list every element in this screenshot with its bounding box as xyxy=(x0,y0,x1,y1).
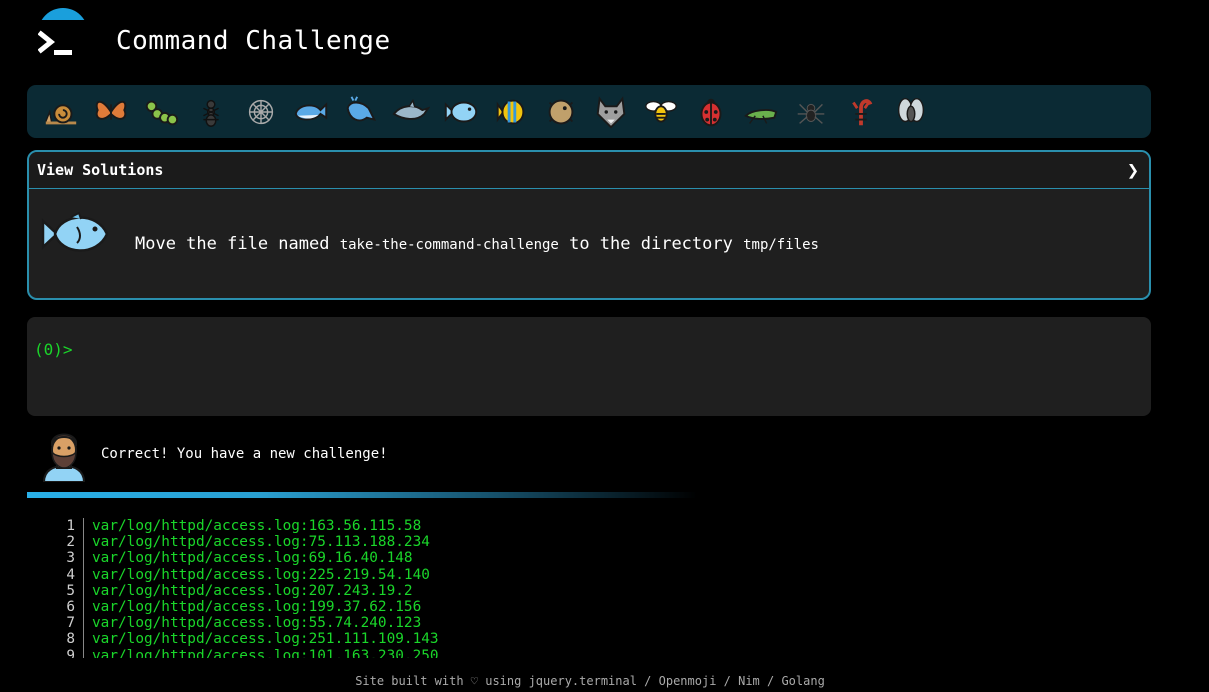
view-solutions-label: View Solutions xyxy=(37,161,164,179)
line-number: 1 xyxy=(56,518,84,535)
output-line: 1 var/log/httpd/access.log:163.56.115.58 xyxy=(56,518,656,535)
terminal-input[interactable]: (0)> xyxy=(27,317,1151,416)
dolphin-icon[interactable] xyxy=(386,92,436,132)
scorpion-icon[interactable] xyxy=(836,92,886,132)
fish-icon[interactable] xyxy=(436,92,486,132)
challenge-description: Move the file named take-the-command-cha… xyxy=(135,234,819,254)
line-text: var/log/httpd/access.log:251.111.109.143 xyxy=(92,631,439,648)
honeybee-icon[interactable] xyxy=(636,92,686,132)
output-line: 9 var/log/httpd/access.log:101.163.230.25… xyxy=(56,647,656,658)
progress-bar xyxy=(27,492,697,498)
line-text: var/log/httpd/access.log:69.16.40.148 xyxy=(92,550,413,567)
snail-icon[interactable] xyxy=(36,92,86,132)
spouting-whale-icon[interactable] xyxy=(336,92,386,132)
caterpillar-icon[interactable] xyxy=(136,92,186,132)
line-number: 8 xyxy=(56,631,84,648)
line-text: var/log/httpd/access.log:101.163.230.250 xyxy=(92,647,439,658)
directory-name: tmp/files xyxy=(743,237,819,253)
output-line: 3 var/log/httpd/access.log:69.16.40.148 xyxy=(56,550,656,567)
chevron-right-icon[interactable]: ❯ xyxy=(1127,158,1139,182)
output-line: 4 var/log/httpd/access.log:225.219.54.140 xyxy=(56,566,656,583)
output-line: 8 var/log/httpd/access.log:251.111.109.14… xyxy=(56,631,656,648)
terminal-logo-icon xyxy=(38,30,72,55)
blowfish-icon[interactable] xyxy=(536,92,586,132)
line-number: 7 xyxy=(56,615,84,632)
filename: take-the-command-challenge xyxy=(339,237,559,253)
line-number: 9 xyxy=(56,647,84,658)
solutions-panel: View Solutions ❯ Move the file named tak… xyxy=(27,150,1151,300)
top-decoration xyxy=(38,0,88,20)
output-line: 7 var/log/httpd/access.log:55.74.240.123 xyxy=(56,615,656,632)
whale-icon[interactable] xyxy=(286,92,336,132)
fish-icon xyxy=(41,211,109,252)
avatar-icon xyxy=(42,433,86,482)
page-title: Command Challenge xyxy=(116,26,391,56)
ant-icon[interactable] xyxy=(186,92,236,132)
footer: Site built with ♡ using jquery.terminal … xyxy=(355,674,825,688)
line-number: 3 xyxy=(56,550,84,567)
spider-icon[interactable] xyxy=(786,92,836,132)
line-text: var/log/httpd/access.log:225.219.54.140 xyxy=(92,566,430,583)
line-text: var/log/httpd/access.log:163.56.115.58 xyxy=(92,518,422,534)
line-text: var/log/httpd/access.log:75.113.188.234 xyxy=(92,534,430,551)
line-number: 5 xyxy=(56,582,84,600)
feedback-message: Correct! You have a new challenge! xyxy=(101,446,388,462)
challenge-body: Move the file named take-the-command-cha… xyxy=(29,189,1149,298)
cricket-icon[interactable] xyxy=(736,92,786,132)
line-number: 4 xyxy=(56,566,84,583)
spider-web-icon[interactable] xyxy=(236,92,286,132)
butterfly-icon[interactable] xyxy=(86,92,136,132)
line-text: var/log/httpd/access.log:199.37.62.156 xyxy=(92,599,422,616)
line-number: 6 xyxy=(56,599,84,616)
fly-icon[interactable] xyxy=(886,92,936,132)
command-output: 1 var/log/httpd/access.log:163.56.115.58 2… xyxy=(56,518,656,658)
output-line: 6 var/log/httpd/access.log:199.37.62.156 xyxy=(56,599,656,616)
line-number: 2 xyxy=(56,534,84,551)
line-text: var/log/httpd/access.log:55.74.240.123 xyxy=(92,615,422,632)
wolf-icon[interactable] xyxy=(586,92,636,132)
tropical-fish-icon[interactable] xyxy=(486,92,536,132)
terminal-prompt: (0)> xyxy=(34,340,73,359)
output-line: 5 var/log/httpd/access.log:207.243.19.2 xyxy=(56,582,656,600)
output-line: 2 var/log/httpd/access.log:75.113.188.234 xyxy=(56,534,656,551)
line-text: var/log/httpd/access.log:207.243.19.2 xyxy=(92,582,413,599)
ladybug-icon[interactable] xyxy=(686,92,736,132)
challenge-animal-bar xyxy=(27,85,1151,138)
view-solutions-toggle[interactable]: View Solutions ❯ xyxy=(29,152,1149,189)
